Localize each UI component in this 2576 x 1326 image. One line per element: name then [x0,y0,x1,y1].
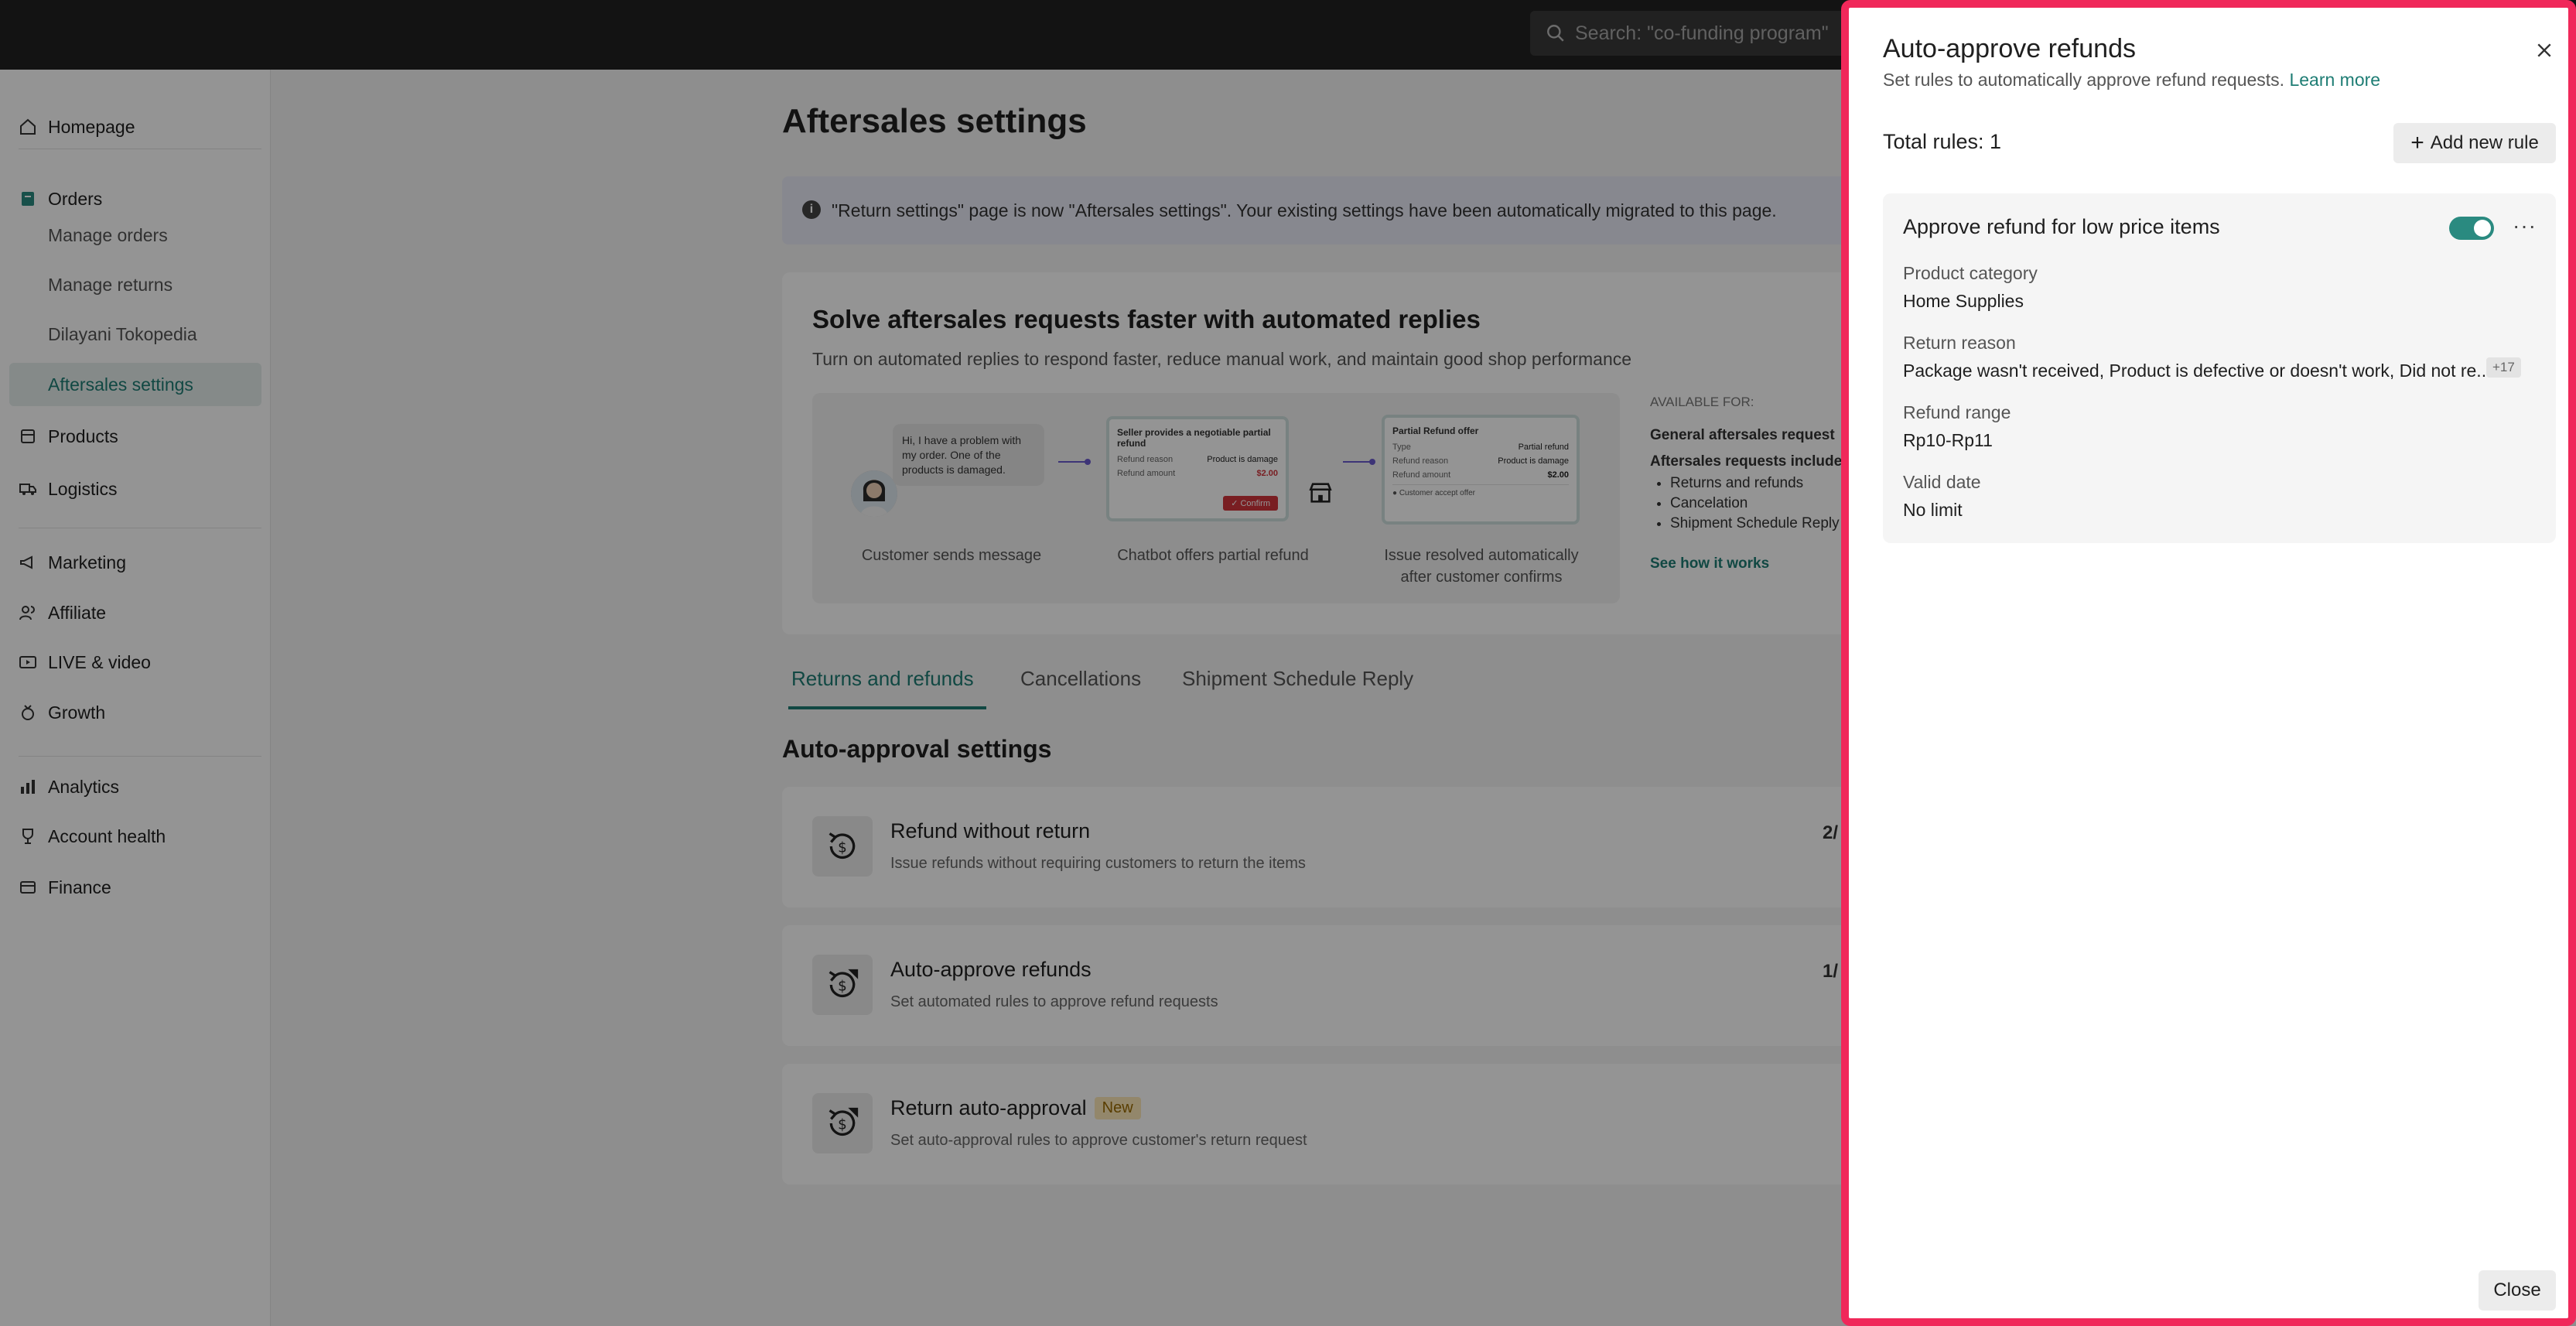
more-options-icon[interactable]: ··· [2513,214,2537,238]
field-value: Rp10-Rp11 [1903,430,1993,450]
field-label: Valid date [1903,472,1981,492]
auto-approve-refunds-drawer: Auto-approve refunds Set rules to automa… [1841,0,2576,1326]
rule-card: Approve refund for low price items ··· P… [1883,193,2556,543]
plus-icon: + [2410,130,2424,155]
field-value: Home Supplies [1903,291,2024,311]
toggle-knob [2474,220,2491,237]
field-value: Package wasn't received, Product is defe… [1903,361,2492,381]
rule-title: Approve refund for low price items [1903,215,2220,238]
close-button[interactable]: Close [2479,1270,2556,1311]
field-label: Product category [1903,263,2038,283]
more-reasons-badge[interactable]: +17 [2486,357,2521,378]
drawer-title: Auto-approve refunds [1883,34,2136,63]
field-label: Return reason [1903,333,2016,353]
close-icon[interactable] [2533,39,2556,62]
drawer-subtitle: Set rules to automatically approve refun… [1883,70,2380,91]
learn-more-link[interactable]: Learn more [2289,70,2380,90]
drawer-subtitle-text: Set rules to automatically approve refun… [1883,70,2285,90]
rule-enabled-toggle[interactable] [2449,217,2494,240]
add-new-rule-button[interactable]: + Add new rule [2393,123,2556,163]
total-rules: Total rules: 1 [1883,130,2002,153]
field-label: Refund range [1903,402,2011,422]
field-value: No limit [1903,500,1963,520]
add-new-rule-label: Add new rule [2430,132,2539,153]
